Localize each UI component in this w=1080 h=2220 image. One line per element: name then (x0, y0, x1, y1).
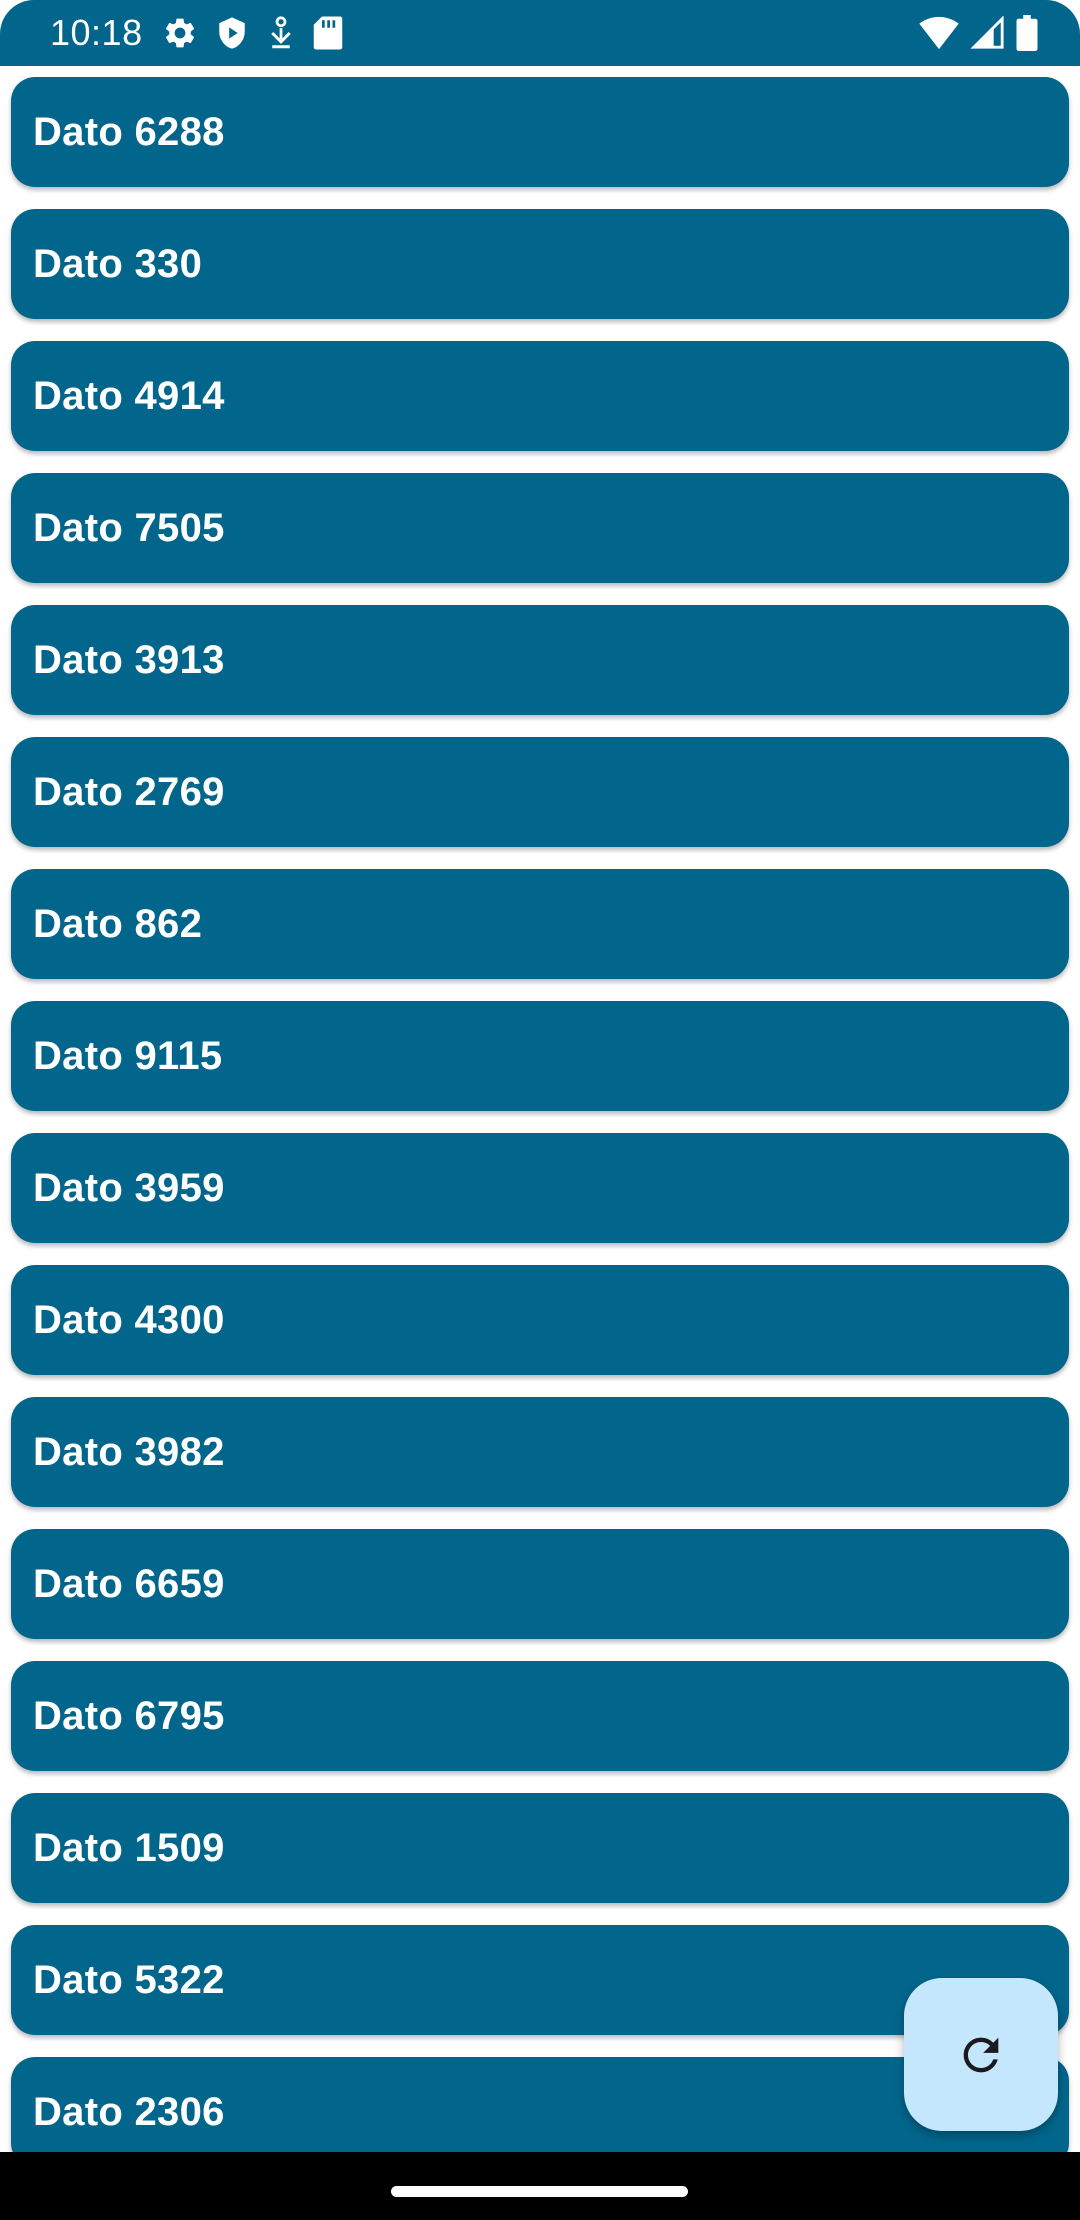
list-item[interactable]: Dato 6288 (11, 77, 1069, 187)
list-item[interactable]: Dato 4914 (11, 341, 1069, 451)
list-item-label: Dato 3913 (33, 637, 225, 682)
sd-card-icon (313, 16, 343, 50)
refresh-button[interactable] (904, 1978, 1058, 2131)
list-item-label: Dato 6659 (33, 1561, 225, 1606)
navigation-bar (0, 2152, 1080, 2220)
status-time: 10:18 (50, 12, 143, 53)
list-item-label: Dato 1509 (33, 1825, 225, 1870)
list-item-label: Dato 3982 (33, 1429, 225, 1474)
list-item[interactable]: Dato 6659 (11, 1529, 1069, 1639)
list-item[interactable]: Dato 330 (11, 209, 1069, 319)
list-item-label: Dato 4300 (33, 1297, 225, 1342)
status-bar: 10:18 (0, 0, 1080, 66)
battery-icon (1016, 15, 1038, 51)
list-item[interactable]: Dato 7505 (11, 473, 1069, 583)
list-item[interactable]: Dato 3959 (11, 1133, 1069, 1243)
list-item-label: Dato 5322 (33, 1957, 225, 2002)
download-icon (271, 16, 291, 49)
list-item-label: Dato 330 (33, 241, 203, 286)
status-icons-left (162, 14, 343, 52)
list-item[interactable]: Dato 4300 (11, 1265, 1069, 1375)
list-item[interactable]: Dato 3913 (11, 605, 1069, 715)
cell-signal-icon (970, 16, 1004, 49)
refresh-icon (963, 2037, 999, 2072)
list-item-label: Dato 7505 (33, 505, 225, 550)
list-item-label: Dato 862 (33, 901, 203, 946)
list-item-label: Dato 2769 (33, 769, 225, 814)
home-gesture-handle[interactable] (391, 2186, 688, 2197)
list-item[interactable]: Dato 1509 (11, 1793, 1069, 1903)
list-item-label: Dato 4914 (33, 373, 225, 418)
list-item-label: Dato 2306 (33, 2089, 225, 2134)
list-item-label: Dato 6795 (33, 1693, 225, 1738)
item-list[interactable]: Dato 6288 Dato 330 Dato 4914 Dato 7505 D… (0, 0, 1080, 2152)
list-item[interactable]: Dato 6795 (11, 1661, 1069, 1771)
list-item[interactable]: Dato 2769 (11, 737, 1069, 847)
status-icons-right (918, 14, 1038, 52)
list-item[interactable]: Dato 3982 (11, 1397, 1069, 1507)
list-item-label: Dato 3959 (33, 1165, 225, 1210)
shield-play-icon (219, 17, 245, 49)
list-item-label: Dato 9115 (33, 1033, 223, 1078)
list-item[interactable]: Dato 9115 (11, 1001, 1069, 1111)
gear-icon (165, 18, 195, 48)
wifi-icon (919, 16, 959, 50)
list-item[interactable]: Dato 862 (11, 869, 1069, 979)
list-item-label: Dato 6288 (33, 109, 225, 154)
